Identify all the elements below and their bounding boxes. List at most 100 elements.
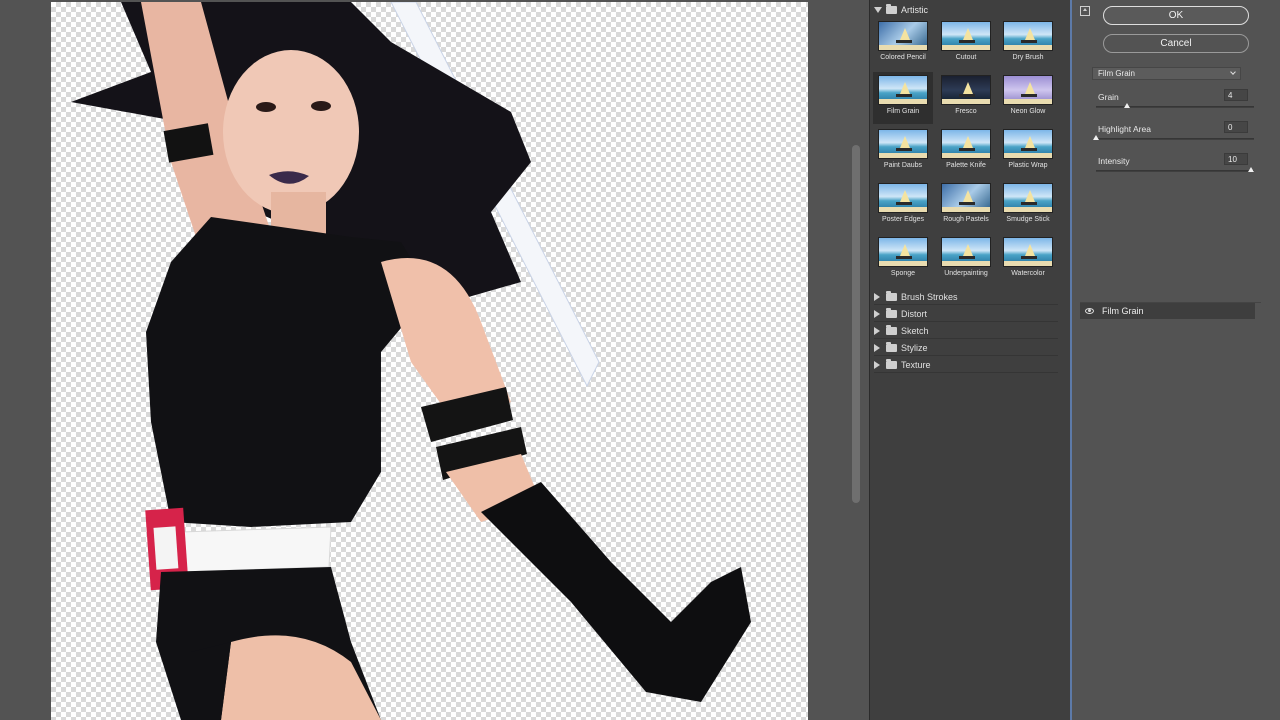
filter-preview-image [878, 75, 928, 105]
folder-icon [886, 307, 897, 318]
param-highlight-area: Highlight Area 0 [1093, 121, 1256, 154]
category-label: Brush Strokes [901, 291, 958, 302]
filter-preview-image [941, 183, 991, 213]
ok-button[interactable]: OK [1103, 6, 1249, 25]
filter-preview-image [941, 21, 991, 51]
disclosure-open-icon [874, 7, 882, 13]
highlight-area-input[interactable]: 0 [1224, 121, 1248, 133]
filter-thumb-neon-glow[interactable]: Neon Glow [998, 72, 1058, 124]
folder-icon [886, 290, 897, 301]
category-label: Texture [901, 359, 931, 370]
intensity-input[interactable]: 10 [1224, 153, 1248, 165]
preview-image [71, 2, 751, 720]
highlight-area-slider-handle[interactable] [1093, 135, 1099, 140]
disclosure-closed-icon [874, 360, 880, 369]
grain-input[interactable]: 4 [1224, 89, 1248, 101]
filter-gallery-dialog: Artistic Colored Pencil Cutout Dry Brush Fi… [0, 0, 1280, 720]
filter-thumb-sponge[interactable]: Sponge [873, 234, 933, 286]
folder-icon [886, 4, 897, 14]
category-sketch[interactable]: Sketch [874, 323, 1058, 339]
filter-thumb-underpainting[interactable]: Underpainting [936, 234, 996, 286]
filter-thumb-film-grain[interactable]: Film Grain [873, 72, 933, 124]
filter-gallery-panel: Artistic Colored Pencil Cutout Dry Brush Fi… [869, 0, 1072, 720]
filter-label: Colored Pencil [880, 54, 926, 61]
grain-slider-handle[interactable] [1124, 103, 1130, 108]
filter-thumb-palette-knife[interactable]: Palette Knife [936, 126, 996, 178]
filter-preview-image [1003, 183, 1053, 213]
disclosure-closed-icon [874, 309, 880, 318]
intensity-slider-handle[interactable] [1248, 167, 1254, 172]
folder-icon [886, 358, 897, 369]
disclosure-closed-icon [874, 292, 880, 301]
filter-label: Sponge [890, 270, 916, 277]
effect-layer-label: Film Grain [1102, 306, 1144, 316]
chevron-down-icon [1230, 69, 1236, 75]
filter-preview-image [878, 183, 928, 213]
filter-thumb-watercolor[interactable]: Watercolor [998, 234, 1058, 286]
collapse-gallery-icon[interactable] [1080, 6, 1090, 16]
folder-icon [886, 341, 897, 352]
disclosure-closed-icon [874, 326, 880, 335]
settings-panel: OK Cancel Film Grain Grain 4 Highlight Are… [1074, 0, 1280, 720]
category-label: Distort [901, 308, 928, 319]
filter-thumb-cutout[interactable]: Cutout [936, 18, 996, 70]
param-label: Intensity [1098, 156, 1130, 166]
filter-label: Plastic Wrap [1008, 162, 1048, 169]
filter-label: Watercolor [1011, 270, 1045, 277]
cancel-button[interactable]: Cancel [1103, 34, 1249, 53]
filter-preview-image [941, 129, 991, 159]
category-label: Artistic [901, 5, 928, 15]
filter-label: Rough Pastels [943, 216, 989, 223]
category-artistic[interactable]: Artistic [874, 3, 928, 17]
filter-thumb-poster-edges[interactable]: Poster Edges [873, 180, 933, 232]
filter-preview-image [1003, 21, 1053, 51]
filter-label: Dry Brush [1012, 54, 1044, 61]
eye-icon[interactable] [1085, 308, 1094, 314]
filter-preview-image [878, 129, 928, 159]
filter-preview-image [941, 237, 991, 267]
filter-label: Poster Edges [881, 216, 925, 223]
category-stylize[interactable]: Stylize [874, 340, 1058, 356]
filter-thumb-rough-pastels[interactable]: Rough Pastels [936, 180, 996, 232]
filter-preview-image [878, 21, 928, 51]
preview-area [0, 0, 866, 720]
param-label: Highlight Area [1098, 124, 1151, 134]
preview-scrollbar[interactable] [852, 145, 860, 503]
filter-select-value: Film Grain [1098, 69, 1135, 78]
filter-label: Paint Daubs [883, 162, 923, 169]
preview-canvas[interactable] [51, 2, 808, 720]
filter-label: Film Grain [886, 108, 920, 115]
category-texture[interactable]: Texture [874, 357, 1058, 373]
filter-label: Neon Glow [1010, 108, 1046, 115]
param-label: Grain [1098, 92, 1119, 102]
category-label: Stylize [901, 342, 928, 353]
filter-label: Palette Knife [946, 162, 986, 169]
filter-preview-image [941, 75, 991, 105]
filter-label: Underpainting [944, 270, 988, 277]
filter-thumb-fresco[interactable]: Fresco [936, 72, 996, 124]
filter-label: Cutout [955, 54, 977, 61]
highlight-area-slider-track[interactable] [1096, 138, 1254, 140]
category-label: Sketch [901, 325, 929, 336]
param-intensity: Intensity 10 [1096, 153, 1256, 186]
filter-preview-image [1003, 75, 1053, 105]
filter-preview-image [878, 237, 928, 267]
filter-thumb-dry-brush[interactable]: Dry Brush [998, 18, 1058, 70]
filter-thumb-colored-pencil[interactable]: Colored Pencil [873, 18, 933, 70]
param-grain: Grain 4 [1096, 89, 1256, 122]
filter-thumb-smudge-stick[interactable]: Smudge Stick [998, 180, 1058, 232]
intensity-slider-track[interactable] [1096, 170, 1254, 172]
filter-thumb-plastic-wrap[interactable]: Plastic Wrap [998, 126, 1058, 178]
filter-label: Smudge Stick [1006, 216, 1050, 223]
category-brush-strokes[interactable]: Brush Strokes [874, 289, 1058, 305]
grain-slider-track[interactable] [1096, 106, 1254, 108]
effect-layers-list: Film Grain [1080, 302, 1261, 720]
filter-preview-image [1003, 129, 1053, 159]
effect-layer-row[interactable]: Film Grain [1080, 303, 1255, 319]
filter-label: Fresco [955, 108, 977, 115]
filter-select[interactable]: Film Grain [1092, 67, 1241, 80]
category-distort[interactable]: Distort [874, 306, 1058, 322]
filter-thumb-paint-daubs[interactable]: Paint Daubs [873, 126, 933, 178]
disclosure-closed-icon [874, 343, 880, 352]
filter-preview-image [1003, 237, 1053, 267]
